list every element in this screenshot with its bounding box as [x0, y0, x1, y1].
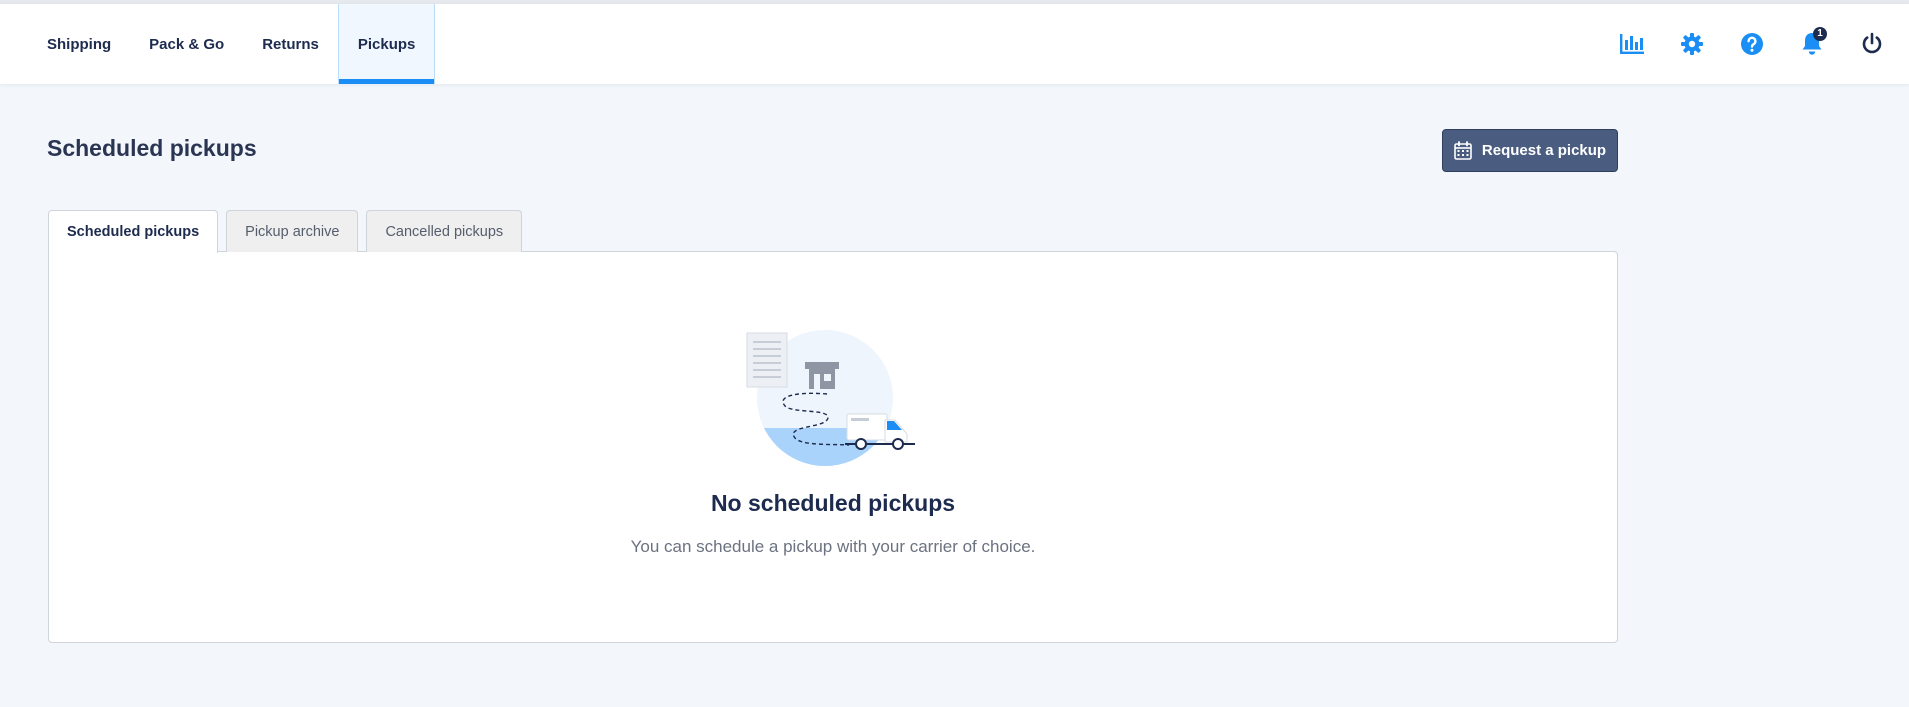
bell-icon[interactable]: 1 — [1797, 27, 1827, 59]
help-icon[interactable] — [1737, 29, 1767, 59]
pickups-panel: No scheduled pickups You can schedule a … — [48, 251, 1618, 643]
nav-tab-shipping[interactable]: Shipping — [28, 4, 130, 84]
empty-state-illustration — [745, 328, 925, 468]
nav-actions: 1 — [1587, 4, 1887, 84]
empty-state-title: No scheduled pickups — [710, 490, 956, 516]
request-pickup-button[interactable]: Request a pickup — [1442, 129, 1618, 172]
gear-icon[interactable] — [1677, 29, 1707, 59]
tab-label: Cancelled pickups — [385, 223, 504, 240]
empty-state-message: You can schedule a pickup with your carr… — [630, 537, 1036, 556]
notification-badge: 1 — [1813, 27, 1827, 41]
bar-chart-icon[interactable] — [1617, 29, 1647, 59]
nav-tab-returns[interactable]: Returns — [243, 4, 338, 84]
pickup-tabs: Scheduled pickups Pickup archive Cancell… — [48, 210, 530, 253]
request-pickup-label: Request a pickup — [1481, 142, 1607, 159]
calendar-icon — [1454, 141, 1472, 160]
page-title: Scheduled pickups — [47, 135, 257, 161]
nav-tab-label: Pickups — [357, 35, 416, 53]
nav-tab-pickups[interactable]: Pickups — [337, 4, 436, 84]
nav-tab-label: Pack & Go — [149, 35, 225, 53]
tab-label: Pickup archive — [245, 223, 340, 240]
tab-label: Scheduled pickups — [67, 224, 200, 240]
nav-tab-label: Returns — [262, 35, 319, 53]
nav-tab-label: Shipping — [47, 35, 112, 53]
tab-cancelled-pickups[interactable]: Cancelled pickups — [366, 210, 523, 252]
nav-tab-pack-and-go[interactable]: Pack & Go — [130, 4, 243, 84]
power-icon[interactable] — [1857, 29, 1887, 59]
top-navbar: Shipping Pack & Go Returns Pickups 1 — [0, 4, 1909, 84]
tab-scheduled-pickups[interactable]: Scheduled pickups — [48, 210, 219, 253]
main-nav: Shipping Pack & Go Returns Pickups — [28, 4, 436, 84]
tab-pickup-archive[interactable]: Pickup archive — [226, 210, 359, 252]
